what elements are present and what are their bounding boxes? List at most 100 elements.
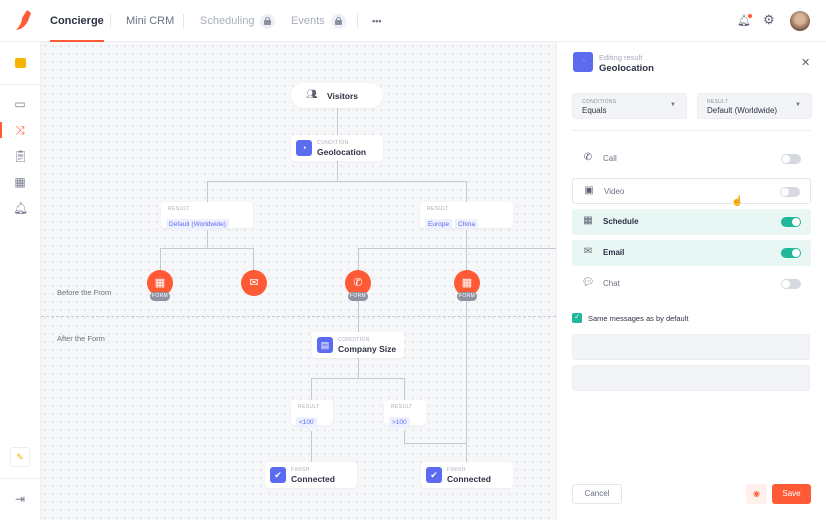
result-chip: China [454, 219, 478, 230]
channel-label: Email [603, 248, 625, 257]
tab-events[interactable]: Events [291, 0, 346, 42]
result-chip: <100 [296, 417, 317, 428]
bell-icon[interactable]: 🔔︎ [13, 201, 28, 215]
chat-toggle[interactable] [781, 279, 801, 289]
more-menu-button[interactable]: ••• [372, 0, 381, 42]
node-title: Connected [447, 474, 491, 484]
tab-concierge[interactable]: Concierge [50, 0, 104, 42]
video-toggle[interactable] [780, 187, 800, 197]
node-subtitle: RESULT [168, 206, 190, 212]
geolocation-icon: ◔ [296, 140, 312, 156]
expand-sidebar-icon[interactable]: ⇥ [13, 492, 27, 506]
channel-video[interactable]: ▣ Video [572, 178, 811, 204]
lock-icon [330, 13, 346, 29]
form-badge: FORM [457, 292, 477, 301]
conditions-select[interactable]: CONDITIONS Equals ▼ [572, 93, 687, 119]
node-title: Geolocation [317, 147, 367, 157]
node-subtitle: FINISH [447, 467, 466, 473]
email-toggle[interactable] [781, 248, 801, 258]
clipboard-icon[interactable]: 📋︎ [13, 149, 28, 163]
chat-icon: 💬︎ [581, 277, 595, 288]
node-subtitle: CONDITION [338, 337, 370, 343]
result-node-gt100[interactable]: RESULT >100 [384, 400, 426, 428]
stage-label-before: Before the From [57, 288, 112, 297]
result-chip: >100 [389, 417, 410, 428]
save-button[interactable]: Save [772, 484, 811, 504]
avatar[interactable] [790, 11, 810, 31]
company-size-condition-node[interactable]: ▤ CONDITION Company Size [312, 332, 404, 358]
message-field[interactable] [572, 365, 810, 391]
calendar-icon[interactable]: ▦ [13, 175, 27, 189]
node-subtitle: CONDITION [317, 140, 349, 146]
channel-label: Video [604, 187, 625, 196]
node-title: Company Size [338, 344, 397, 354]
node-subtitle: RESULT [298, 404, 320, 410]
calendar-icon: ▦ [461, 277, 473, 289]
node-subtitle: RESULT [391, 404, 413, 410]
panel-title: Geolocation [599, 63, 654, 74]
visitors-node[interactable]: 👥︎ Visitors [291, 83, 383, 108]
close-icon[interactable]: ✕ [801, 56, 810, 69]
calendar-icon: ▦ [583, 215, 593, 226]
tab-label: Events [291, 15, 325, 27]
phone-icon: ✆ [353, 277, 363, 289]
same-messages-label: Same messages as by default [588, 314, 689, 323]
tab-scheduling[interactable]: Scheduling [200, 0, 276, 42]
same-messages-checkbox[interactable]: ✓ [572, 313, 582, 323]
node-subtitle: RESULT [427, 206, 449, 212]
sticky-note-icon[interactable] [15, 58, 26, 68]
flow-canvas[interactable]: 👥︎ Visitors ◔ CONDITION Geolocation RESU… [41, 42, 556, 520]
gear-icon[interactable]: ⚙ [763, 12, 775, 28]
channel-email[interactable]: ✉ Email [572, 240, 811, 266]
channel-label: Chat [603, 279, 620, 288]
channel-call[interactable]: ✆ Call [572, 146, 811, 172]
pin-icon[interactable]: ✎ [10, 447, 30, 467]
top-bar: Concierge Mini CRM Scheduling Events •••… [0, 0, 826, 42]
building-icon: ▤ [317, 337, 333, 353]
node-title: Connected [291, 474, 335, 484]
node-title: Visitors [327, 91, 359, 101]
chevron-down-icon: ▼ [795, 102, 801, 108]
finish-node[interactable]: ✔ FINISH Connected [265, 462, 357, 488]
sidebar: ▭ ⤨ 📋︎ ▦ 🔔︎ ✎ ⇥ [0, 42, 41, 520]
result-node-default[interactable]: RESULT Default (Worldwide) [161, 202, 253, 230]
select-label: CONDITIONS [582, 99, 617, 105]
notifications-icon[interactable]: 🔔︎ [737, 14, 752, 27]
calendar-icon: ▦ [154, 277, 166, 289]
result-node-europe-china[interactable]: RESULT Europe China [420, 202, 513, 230]
phone-icon: ✆ [583, 152, 593, 163]
lock-icon [260, 13, 276, 29]
channel-schedule[interactable]: ▦ Schedule [572, 209, 811, 235]
message-field[interactable] [572, 334, 810, 360]
result-select[interactable]: RESULT Default (Worldwide) ▼ [697, 93, 812, 119]
edit-result-panel: ◔ Editing result Geolocation ✕ CONDITION… [556, 42, 826, 520]
finish-node[interactable]: ✔ FINISH Connected [421, 462, 513, 488]
browser-icon[interactable]: ▭ [13, 97, 27, 111]
select-value: Equals [582, 106, 607, 115]
channel-label: Call [603, 154, 617, 163]
result-chip: Default (Worldwide) [166, 219, 229, 230]
tab-label: Scheduling [200, 15, 255, 27]
cancel-button[interactable]: Cancel [572, 484, 622, 504]
stage-label-after: After the Form [57, 334, 105, 343]
geolocation-condition-node[interactable]: ◔ CONDITION Geolocation [291, 135, 383, 161]
tab-mini-crm[interactable]: Mini CRM [126, 0, 174, 42]
shuffle-icon[interactable]: ⤨ [13, 123, 27, 137]
form-badge: FORM [348, 292, 368, 301]
channel-label: Schedule [603, 217, 639, 226]
schedule-toggle[interactable] [781, 217, 801, 227]
video-icon: ▣ [584, 185, 594, 196]
panel-subtitle: Editing result [599, 53, 643, 62]
select-value: Default (Worldwide) [707, 106, 778, 115]
channel-chat[interactable]: 💬︎ Chat [572, 271, 811, 297]
call-toggle[interactable] [781, 154, 801, 164]
check-icon: ✔ [426, 467, 442, 483]
chevron-down-icon: ▼ [670, 102, 676, 108]
result-node-lt100[interactable]: RESULT <100 [291, 400, 333, 428]
users-icon: 👥︎ [306, 89, 318, 99]
form-badge: FORM [150, 292, 170, 301]
preview-eye-button[interactable]: ◉ [746, 484, 767, 504]
email-action-node[interactable]: ✉ [241, 270, 267, 296]
cursor-icon: ☝ [731, 196, 744, 207]
node-subtitle: FINISH [291, 467, 310, 473]
